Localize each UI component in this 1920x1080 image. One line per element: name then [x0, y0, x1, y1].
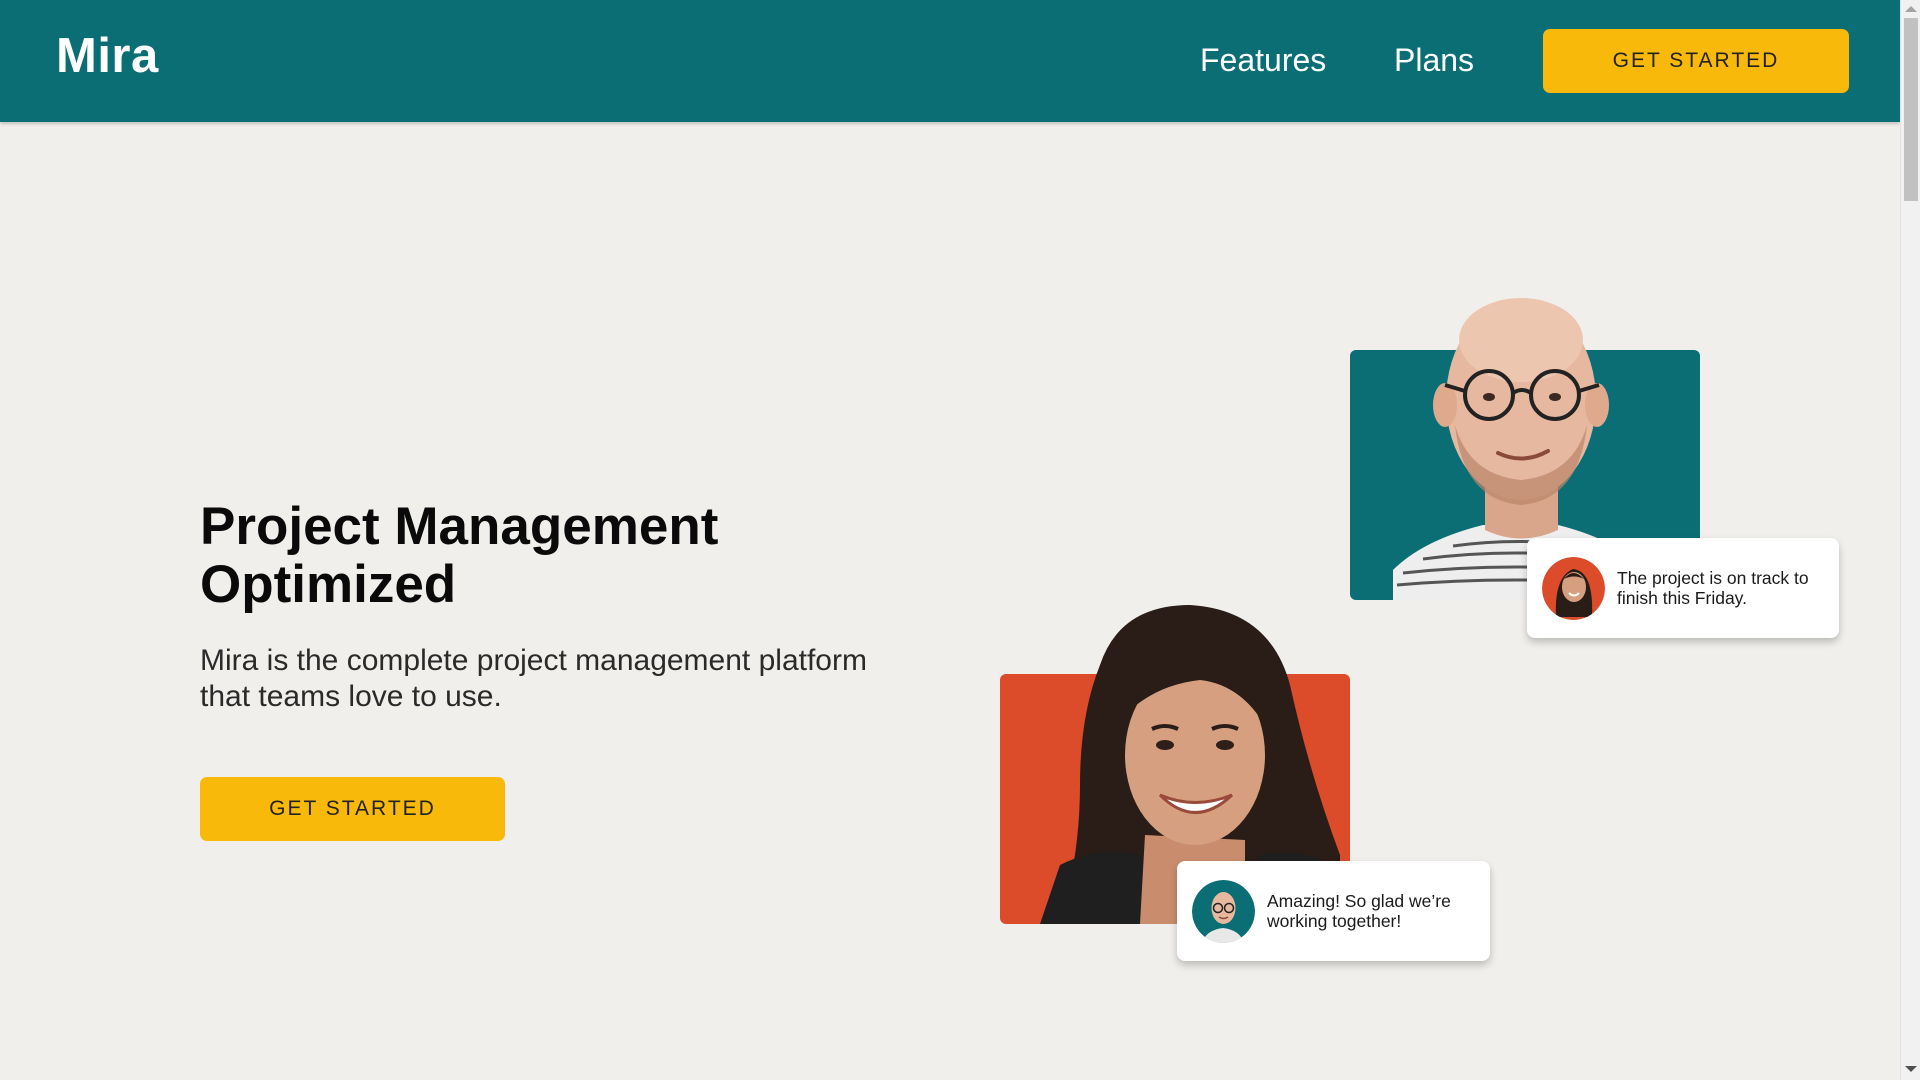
hero-subtitle: Mira is the complete project management …	[200, 644, 867, 713]
woman-avatar	[1542, 556, 1605, 620]
top-navbar: Mira Features Plans GET STARTED	[0, 0, 1900, 122]
scroll-up-arrow-icon[interactable]	[1905, 6, 1917, 12]
header-get-started-button[interactable]: GET STARTED	[1543, 29, 1849, 93]
page-scrollbar[interactable]	[1900, 0, 1920, 1080]
landing-page: Mira Features Plans GET STARTED Project …	[0, 0, 1920, 1080]
chat-bubble-text: The project is on track to finish this F…	[1617, 568, 1809, 608]
scroll-thumb[interactable]	[1904, 18, 1918, 201]
hero-title: Project Management Optimized	[200, 497, 719, 614]
hero-get-started-button[interactable]: GET STARTED	[200, 777, 505, 841]
nav-plans-link[interactable]: Plans	[1394, 42, 1474, 79]
logo[interactable]: Mira	[56, 28, 159, 84]
man-avatar	[1192, 879, 1255, 943]
chat-bubble-text: Amazing! So glad we’re working together!	[1267, 891, 1451, 931]
nav-features-link[interactable]: Features	[1200, 42, 1326, 79]
chat-bubble-woman: The project is on track to finish this F…	[1527, 538, 1839, 638]
chat-bubble-man: Amazing! So glad we’re working together!	[1177, 861, 1490, 961]
scroll-down-arrow-icon[interactable]	[1905, 1066, 1917, 1072]
